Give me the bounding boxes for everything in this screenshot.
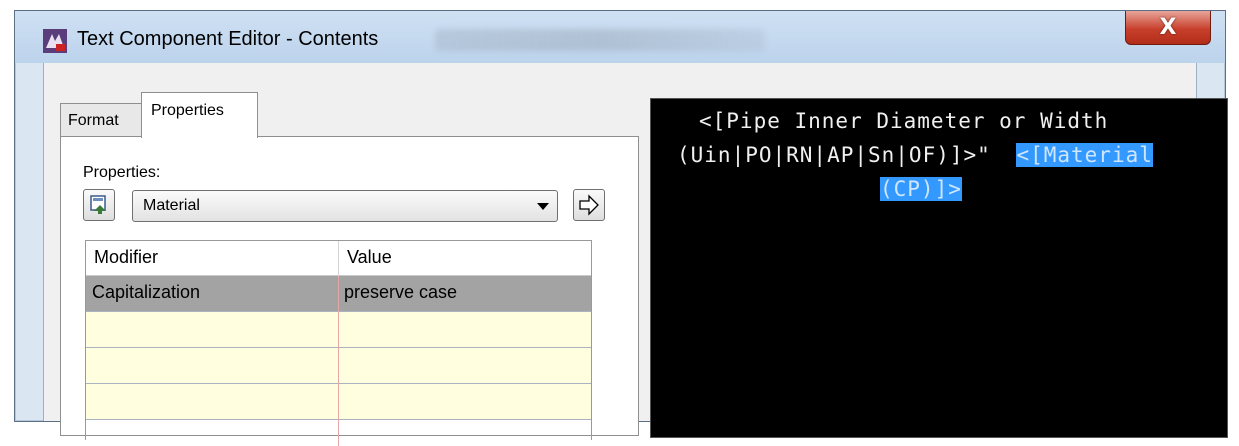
blurred-background-title: [435, 29, 765, 51]
value-cell[interactable]: preserve case: [344, 282, 457, 303]
property-insert-button[interactable]: [83, 189, 115, 221]
modifier-cell[interactable]: Capitalization: [92, 282, 200, 303]
column-separator: [338, 276, 339, 446]
property-select-value: Material: [143, 197, 200, 214]
dialog-window: Text Component Editor - Contents X Forma…: [14, 10, 1228, 446]
insert-arrow-icon: [579, 194, 599, 216]
properties-label: Properties:: [83, 164, 161, 181]
property-insert-icon: [90, 195, 106, 214]
properties-panel: Properties: Material Modifier Value Capi…: [60, 136, 639, 446]
close-button[interactable]: X: [1125, 11, 1211, 45]
preview-line-1: <[Pipe Inner Diameter or Width: [699, 109, 1109, 133]
tab-properties[interactable]: Properties: [141, 92, 258, 138]
tab-format[interactable]: Format: [60, 103, 142, 137]
preview-line-3: (CP)]>: [880, 177, 962, 201]
column-header-value[interactable]: Value: [347, 247, 392, 268]
insert-property-button[interactable]: [573, 189, 605, 221]
preview-selected-text: <[Material: [1016, 143, 1153, 167]
dialog-client-area: Format Properties Properties: Material M…: [43, 63, 1228, 446]
column-header-modifier[interactable]: Modifier: [94, 247, 158, 268]
close-icon: X: [1159, 15, 1177, 40]
preview-selected-text: (CP)]>: [880, 177, 962, 201]
preview-text: (Uin|PO|RN|AP|Sn|OF)]>": [677, 143, 991, 167]
property-select[interactable]: Material: [132, 190, 558, 222]
grid-header: Modifier Value: [86, 240, 591, 276]
dropdown-arrow-icon: [537, 203, 549, 210]
title-bar[interactable]: Text Component Editor - Contents X: [15, 11, 1225, 63]
column-divider: [338, 241, 339, 276]
window-title: Text Component Editor - Contents: [77, 28, 379, 50]
preview-line-2: (Uin|PO|RN|AP|Sn|OF)]>" <[Material: [677, 143, 1153, 167]
text-preview-area[interactable]: <[Pipe Inner Diameter or Width (Uin|PO|R…: [650, 98, 1228, 438]
app-icon: [43, 29, 67, 53]
modifier-grid: Modifier Value Capitalization preserve c…: [85, 240, 592, 446]
